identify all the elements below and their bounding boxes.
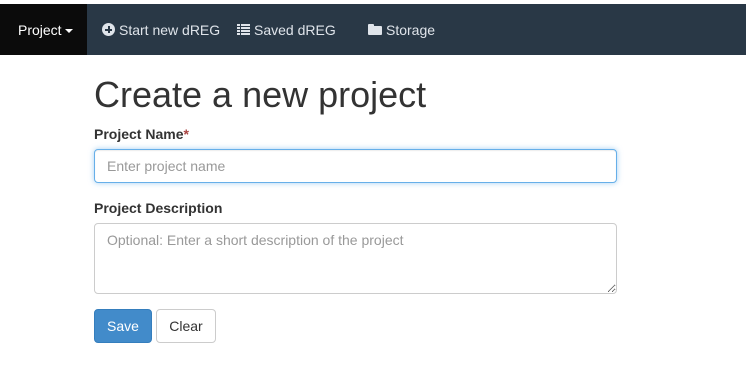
project-description-label: Project Description [94,200,223,216]
caret-down-icon [64,28,73,33]
required-mark: * [183,126,189,142]
folder-icon [368,24,382,35]
clear-button[interactable]: Clear [156,309,216,343]
save-button[interactable]: Save [94,309,152,343]
project-description-textarea[interactable] [94,223,617,294]
nav-storage[interactable]: Storage [368,4,435,55]
project-dropdown-label: Project [18,21,62,38]
page-title: Create a new project [94,74,427,115]
nav-saved-dreg[interactable]: Saved dREG [237,4,368,55]
nav-start-new-dreg[interactable]: Start new dREG [87,4,237,55]
project-name-input[interactable] [94,149,617,183]
nav-start-new-dreg-label: Start new dREG [119,21,221,38]
list-icon [237,24,250,35]
plus-circle-icon [102,23,115,36]
project-dropdown[interactable]: Project [0,4,87,55]
top-navbar: Project Start new dREG Saved dREG Storag… [0,4,746,55]
project-name-label: Project Name* [94,126,617,142]
form-buttons: Save Clear [94,309,617,343]
main-content: Create a new project Project Name* Proje… [94,74,617,343]
project-name-label-text: Project Name [94,126,184,142]
nav-saved-dreg-label: Saved dREG [254,21,336,38]
nav-storage-label: Storage [386,21,436,38]
